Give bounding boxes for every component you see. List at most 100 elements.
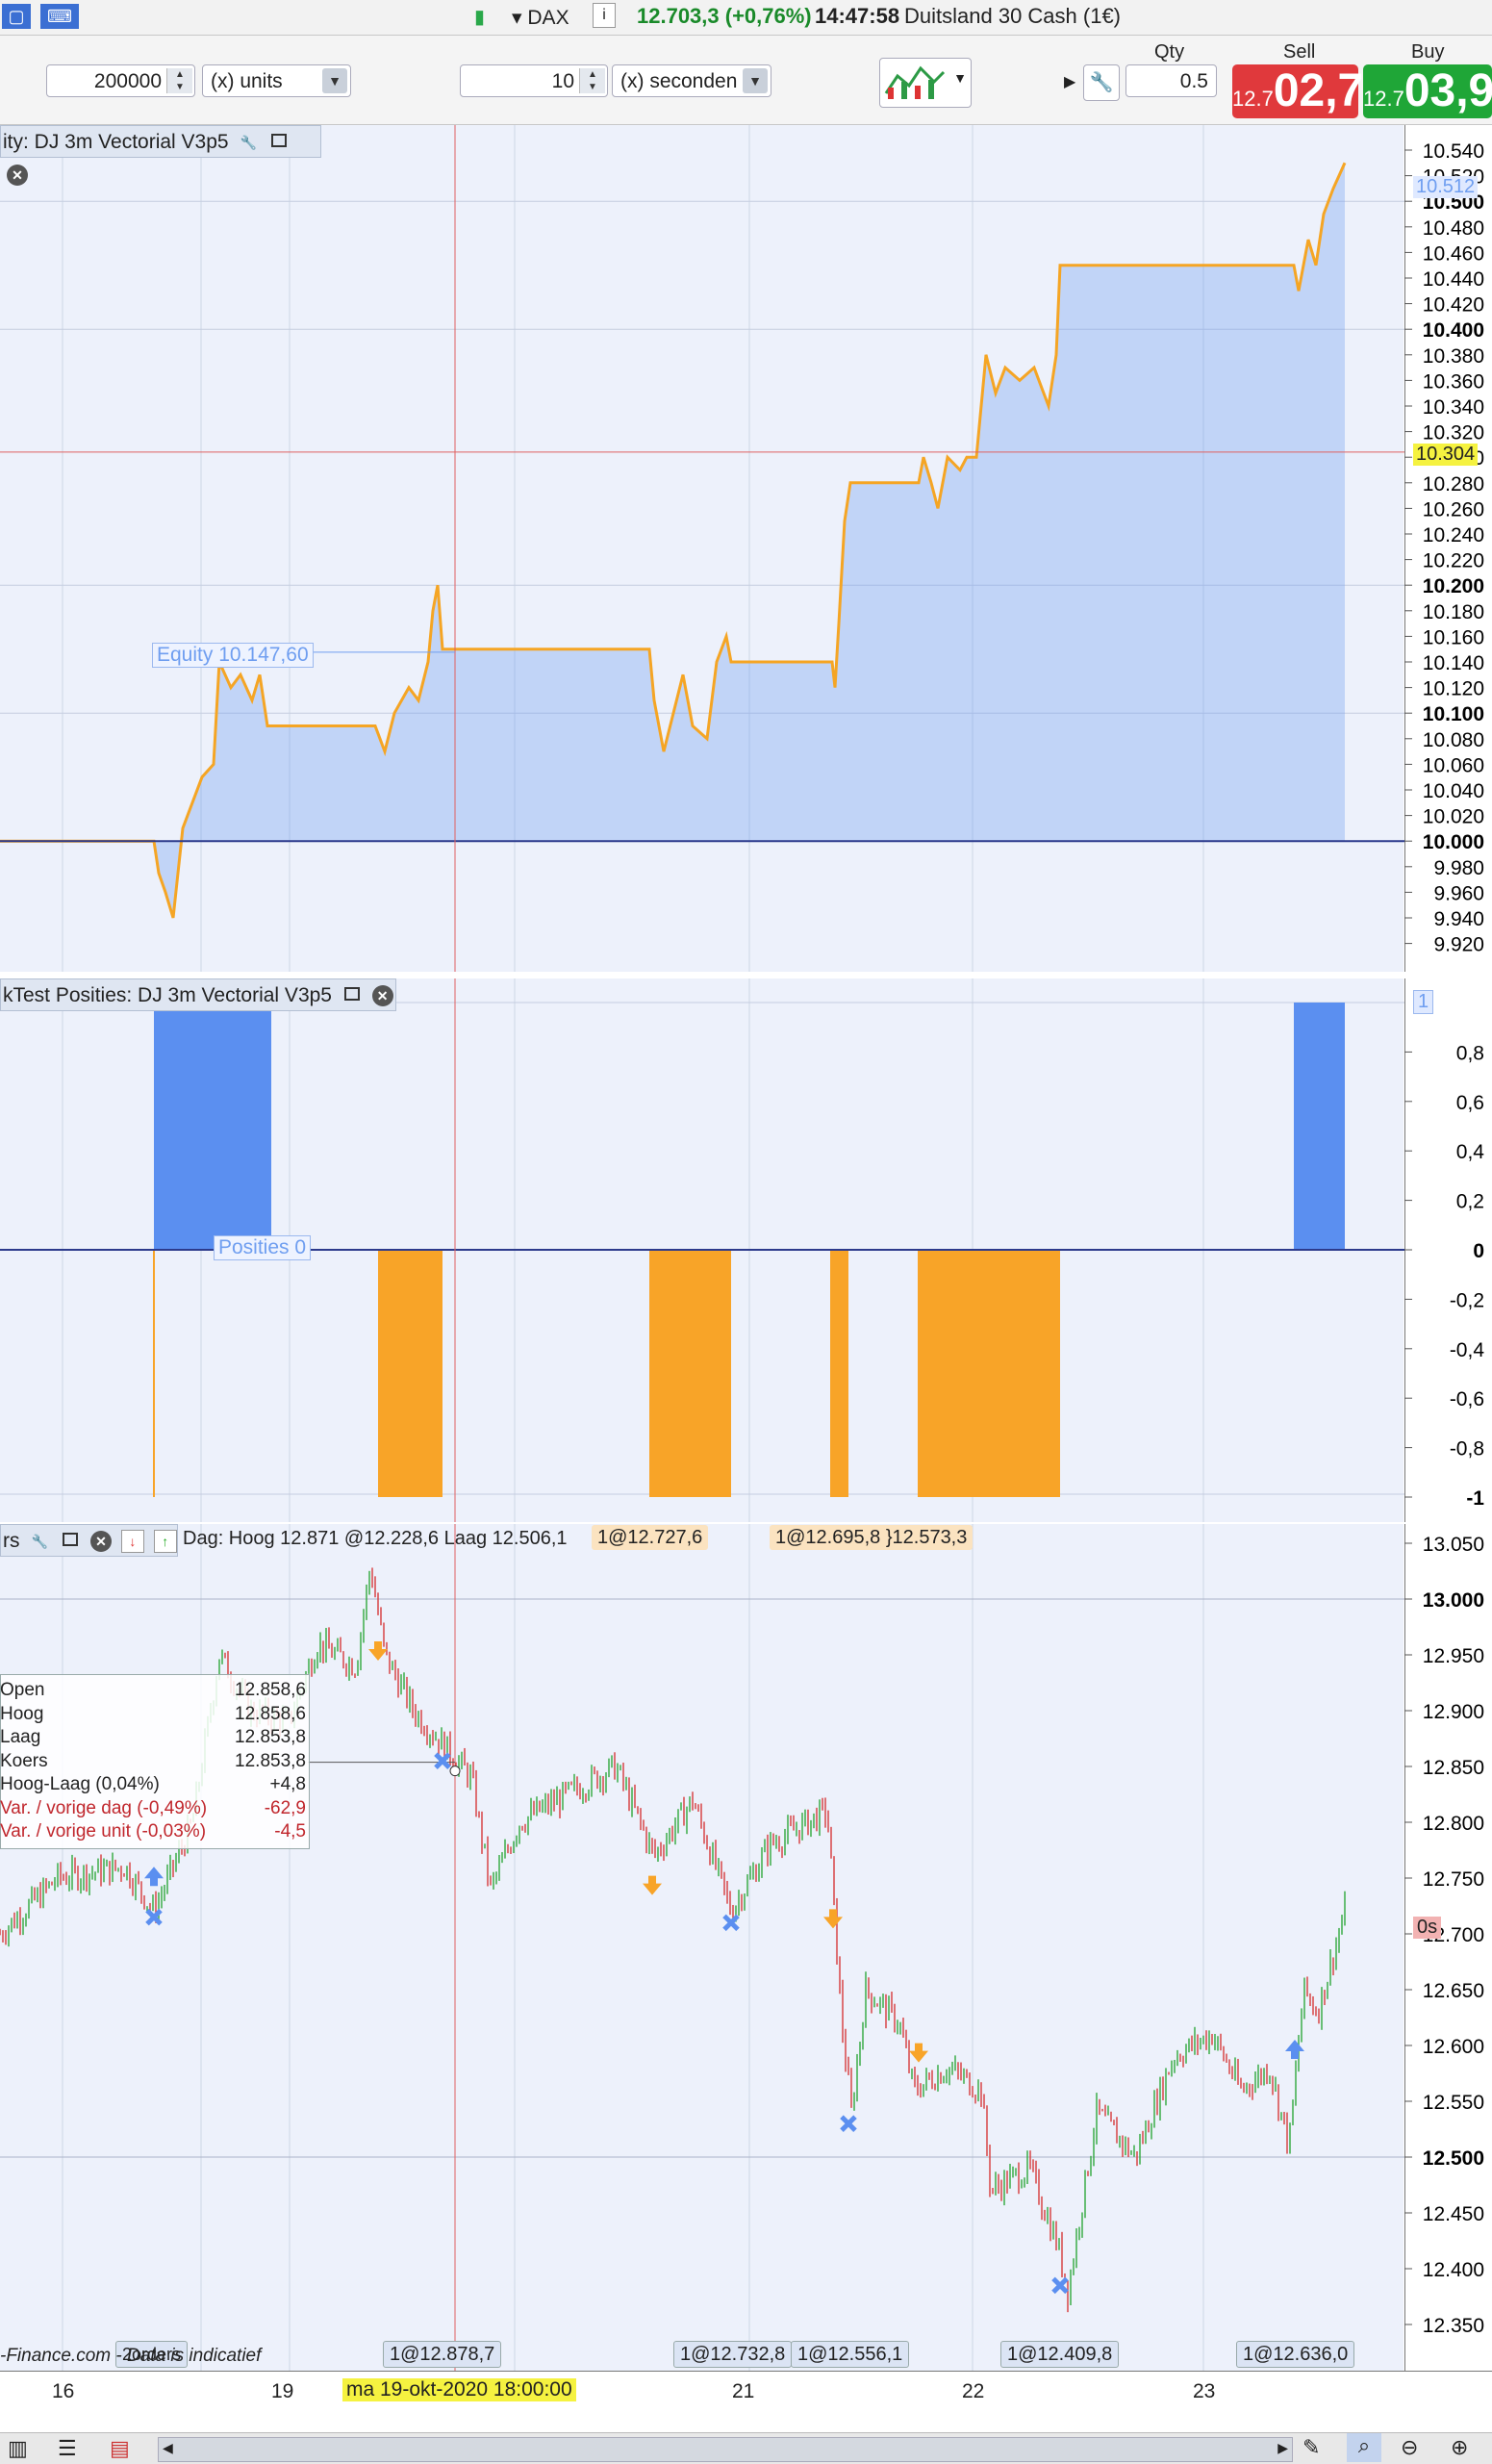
y-tick-label: 10.340 (1423, 396, 1484, 419)
x-axis-label: 19 (271, 2380, 294, 2402)
y-tick-label: 0,6 (1456, 1092, 1484, 1114)
chevron-down-icon[interactable]: ▼ (743, 68, 768, 93)
orders-icon[interactable]: ▤ (110, 2436, 130, 2461)
y-tick-label: 0,4 (1456, 1141, 1485, 1163)
zoom-select-icon[interactable]: ⌕ (1347, 2433, 1381, 2462)
buy-button[interactable]: 12.703,9 (1363, 64, 1492, 118)
y-tick-label: 0,8 (1456, 1042, 1484, 1064)
window-icon[interactable] (60, 1531, 81, 1552)
y-tick-label: 9.920 (1433, 934, 1484, 956)
seconds-select[interactable]: (x) seconden ▼ (612, 64, 771, 97)
candles-icon[interactable]: ▥ (8, 2436, 28, 2461)
window-icon[interactable]: ▢ (2, 4, 31, 29)
equity-chart: 10.54010.52010.50010.48010.46010.44010.4… (0, 125, 1484, 972)
info-row-value: 12.853,8 (235, 1750, 306, 1771)
candlestick-icon[interactable]: ▮ (474, 5, 501, 30)
window-icon[interactable] (268, 132, 290, 153)
wrench-icon[interactable]: 🔧 (238, 132, 259, 153)
y-tick-label: 0,2 (1456, 1191, 1484, 1213)
y-tick-label: 10.360 (1423, 370, 1484, 393)
buy-marker-icon (144, 1867, 164, 1887)
sell-button[interactable]: 12.702,7 (1232, 64, 1363, 118)
y-tick-label: 12.550 (1423, 2092, 1484, 2114)
y-tick-label: 10.480 (1423, 217, 1484, 240)
qty-input[interactable]: 0.5 (1125, 64, 1217, 97)
equity-label: Equity 10.147,60 (152, 643, 314, 668)
y-tick-label: 10.280 (1423, 473, 1484, 495)
data-source-text: -Finance.com - Data is indicatief (0, 2346, 262, 2366)
chevron-down-icon[interactable]: ▼ (322, 68, 347, 93)
close-icon[interactable]: ✕ (7, 165, 28, 187)
scroll-right-icon[interactable]: ▶ (1277, 2440, 1288, 2456)
window-icon[interactable] (341, 985, 363, 1006)
chart-toolbar: 200000 ▲ ▼ (x) units ▼ 10 ▲ ▼ (x) seconden… (0, 36, 1492, 125)
x-axis-label: 21 (732, 2380, 755, 2402)
y-tick-label: 10.160 (1423, 626, 1484, 648)
seconds-spin-arrows[interactable]: ▲ ▼ (579, 68, 605, 93)
units-select[interactable]: (x) units ▼ (202, 64, 351, 97)
close-icon[interactable]: ✕ (371, 985, 393, 1007)
top-bar: ▢ ⌨ ▮ ▾ DAX i 12.703,3 (+0,76%) 14:47:58… (0, 0, 1492, 36)
info-row-label: Var. / vorige unit (-0,03%) (0, 1821, 207, 1842)
info-row-label: Open (0, 1680, 45, 1700)
buy-marker-icon (1285, 2040, 1304, 2059)
y-tick-label: 10.080 (1423, 729, 1484, 751)
sell-price-small: 12.7 (1232, 87, 1274, 111)
instrument-fullname: Duitsland 30 Cash (1€) (904, 4, 1122, 28)
instrument-name: DAX (527, 7, 569, 29)
buy-arrow-icon[interactable]: ↑ (153, 1530, 177, 1554)
horizontal-scrollbar[interactable]: ◀ ▶ (158, 2437, 1293, 2462)
chart-type-button[interactable]: ▼ (879, 58, 972, 108)
exit-marker-icon (434, 1752, 451, 1769)
y-tick-label: 12.400 (1423, 2259, 1484, 2281)
info-row-value: +4,8 (269, 1774, 306, 1794)
info-row-label: Hoog (0, 1703, 44, 1724)
order-tag-top-1: 1@12.727,6 (592, 1525, 709, 1550)
instrument-time: 14:47:58 (815, 4, 900, 28)
day-high-low-info: Dag: Hoog 12.871 @12.228,6 Laag 12.506,1 (183, 1528, 568, 1549)
expand-arrow-icon[interactable]: ▶ (1064, 72, 1075, 91)
wrench-icon[interactable]: 🔧 (29, 1531, 50, 1552)
zoom-out-icon[interactable]: ⊖ (1401, 2435, 1418, 2460)
sell-arrow-icon[interactable]: ↓ (120, 1530, 144, 1554)
units-spin-arrows[interactable]: ▲ ▼ (166, 68, 192, 93)
x-axis-label: 16 (52, 2380, 75, 2402)
seconds-select-label: (x) seconden (620, 70, 738, 92)
y-tick-label: 10.420 (1423, 294, 1484, 317)
units-stepper[interactable]: 200000 ▲ ▼ (46, 64, 195, 97)
keyboard-icon[interactable]: ⌨ (40, 4, 79, 29)
y-tick-label: 12.350 (1423, 2315, 1484, 2337)
close-icon[interactable]: ✕ (90, 1531, 113, 1553)
positions-panel-title: kTest Posities: DJ 3m Vectorial V3p5 (3, 984, 332, 1006)
zoom-in-icon[interactable]: ⊕ (1451, 2435, 1468, 2460)
sell-marker-icon (368, 1641, 388, 1661)
instrument-price: 12.703,3 (+0,76%) (637, 4, 812, 28)
info-row-label: Var. / vorige dag (-0,49%) (0, 1797, 208, 1818)
scroll-left-icon[interactable]: ◀ (163, 2440, 173, 2456)
y-tick-label: 0 (1473, 1240, 1484, 1262)
units-value: 200000 (93, 70, 162, 92)
seconds-stepper[interactable]: 10 ▲ ▼ (460, 64, 608, 97)
y-tick-label: 10.020 (1423, 806, 1484, 828)
wrench-button[interactable]: 🔧 (1083, 64, 1120, 101)
list-icon[interactable]: ☰ (58, 2436, 77, 2461)
y-tick-label: 10.320 (1423, 422, 1484, 445)
sell-price-big: 02,7 (1273, 65, 1364, 116)
order-tag-bottom-5: 1@12.636,0 (1236, 2341, 1355, 2368)
info-icon[interactable]: i (593, 3, 616, 28)
price-panel-header: rs 🔧 ✕ ↓ ↑ (0, 1524, 178, 1557)
bottom-toolbar: ▥ ☰ ▤ ◀ ▶ ✎ ⌕ ⊖ ⊕ (0, 2432, 1492, 2464)
instrument-dropdown[interactable]: ▾ DAX (512, 6, 569, 30)
info-row-label: Koers (0, 1750, 48, 1771)
buy-label: Buy (1411, 41, 1445, 63)
short-position-bar (918, 1250, 1060, 1497)
y-tick-label: 12.900 (1423, 1701, 1484, 1723)
draw-tool-icon[interactable]: ✎ (1302, 2435, 1320, 2460)
y-tick-label: 10.100 (1423, 703, 1484, 725)
info-row-label: Laag (0, 1727, 41, 1747)
long-position-bar (154, 1003, 271, 1250)
y-tick-label: 10.460 (1423, 242, 1484, 265)
y-tick-label: 12.800 (1423, 1813, 1484, 1835)
price-chart: 13.050 13.000 12.950 12.900 12.850 12.800 12.7… (0, 1524, 1484, 2371)
order-tag-top-2: 1@12.695,8 }12.573,3 (770, 1525, 974, 1550)
